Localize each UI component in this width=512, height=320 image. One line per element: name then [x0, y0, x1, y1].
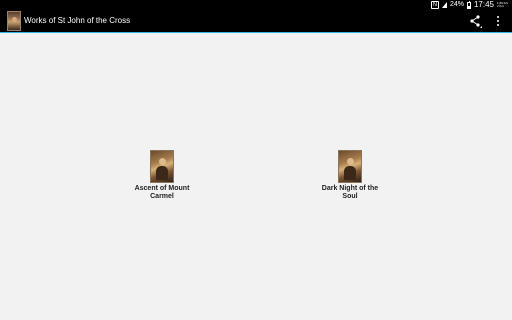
app-title: Works of St John of the Cross: [24, 16, 131, 25]
book-label: Ascent of Mount Carmel: [127, 185, 197, 201]
share-icon: [470, 15, 482, 28]
book-cover-image: [338, 150, 362, 183]
battery-percent: 24%: [449, 1, 464, 8]
book-label-line2: Soul: [342, 193, 358, 200]
network-speed-down: 2 K/s: [496, 4, 504, 8]
action-bar-divider: [0, 32, 512, 33]
book-item-dark-night-of-the-soul[interactable]: Dark Night of the Soul: [315, 150, 385, 201]
book-item-ascent-of-mount-carmel[interactable]: Ascent of Mount Carmel: [127, 150, 197, 201]
battery-icon: [466, 0, 471, 9]
book-cover-image: [150, 150, 174, 183]
book-label: Dark Night of the Soul: [315, 185, 385, 201]
signal-icon: [441, 2, 447, 8]
app-icon[interactable]: [7, 11, 21, 31]
clock: 17:45: [473, 0, 494, 9]
book-label-line2: Carmel: [150, 193, 174, 200]
overflow-menu-button[interactable]: [493, 13, 503, 29]
share-button[interactable]: [468, 13, 482, 29]
book-label-line1: Ascent of Mount: [134, 185, 190, 192]
book-label-line1: Dark Night of the: [321, 185, 379, 192]
action-bar: Works of St John of the Cross: [0, 10, 512, 32]
network-speed: 1,69 K/s 2 K/s: [497, 2, 508, 8]
nfc-icon: N: [430, 1, 439, 9]
status-bar: N 24% 17:45 1,69 K/s 2 K/s: [0, 0, 512, 10]
status-icons: N 24% 17:45 1,69 K/s 2 K/s: [430, 0, 508, 10]
